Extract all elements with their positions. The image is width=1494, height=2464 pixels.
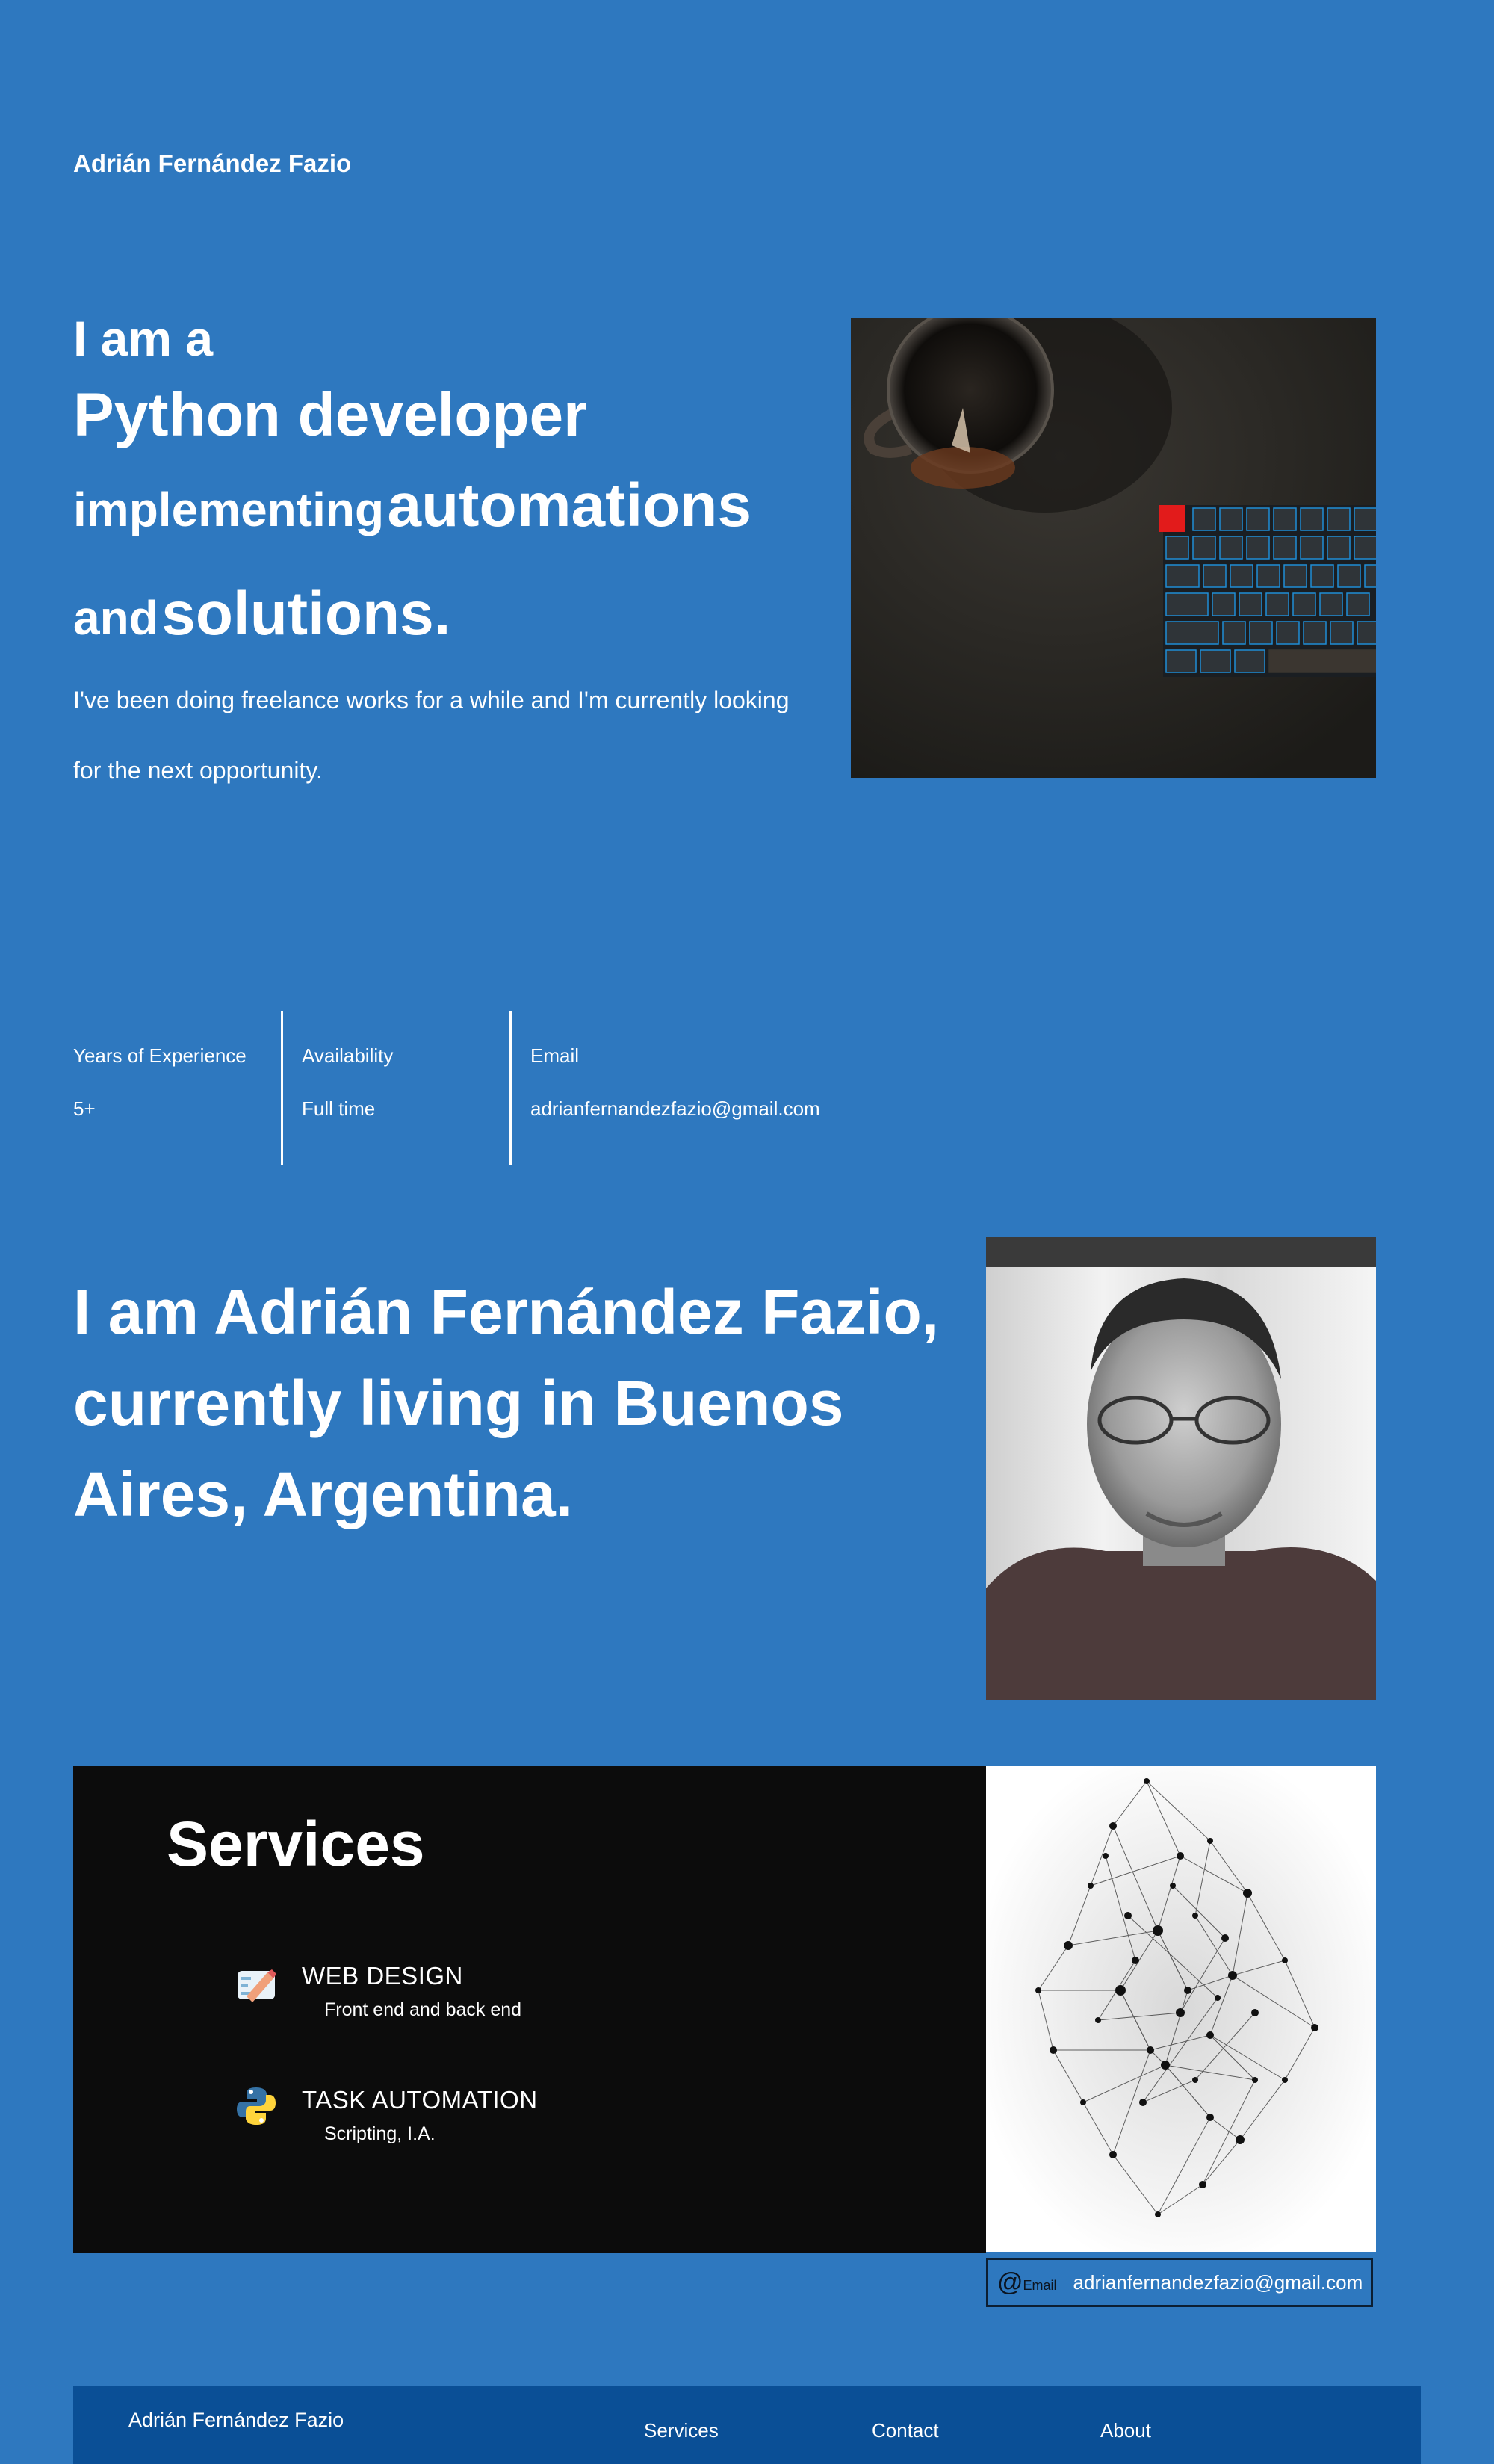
about-heading: I am Adrián Fernández Fazio, currently l… — [73, 1277, 940, 1529]
stat-availability-label: Availability — [302, 1044, 394, 1067]
hero-line-4-big: solutions. — [161, 580, 451, 648]
service-web-design-subtitle: Front end and back end — [324, 1999, 522, 2020]
site-brand[interactable]: Adrián Fernández Fazio — [73, 149, 351, 178]
hero-photo-coffee-keyboard — [851, 318, 1376, 778]
service-task-automation-title: TASK AUTOMATION — [302, 2086, 538, 2114]
hero-line-4: and solutions. — [73, 569, 790, 677]
contact-email-bar[interactable]: @ Email adrianfernandezfazio@gmail.com — [986, 2258, 1373, 2307]
portrait-photo — [986, 1237, 1376, 1700]
footer: Adrián Fernández Fazio Services Contact … — [73, 2386, 1421, 2464]
network-graph-image — [986, 1766, 1376, 2252]
hero-line-2: Python developer — [73, 381, 588, 449]
email-icon-label: Email — [1023, 2277, 1057, 2293]
hero-description: I've been doing freelance works for a wh… — [73, 687, 790, 784]
stat-experience-label: Years of Experience — [73, 1044, 247, 1067]
pencil-icon — [235, 1963, 278, 2007]
hero-line-3: implementing automations — [73, 460, 790, 569]
stat-divider — [509, 1011, 512, 1165]
hero-line-1: I am a — [73, 311, 214, 366]
contact-email-address[interactable]: adrianfernandezfazio@gmail.com — [1073, 2271, 1363, 2294]
hero-heading: I am a Python developer implementing aut… — [73, 306, 790, 677]
hero-line-3-small: implementing — [73, 483, 385, 536]
stat-email-value[interactable]: adrianfernandezfazio@gmail.com — [530, 1098, 820, 1121]
hero-line-4-small: and — [73, 591, 158, 645]
stat-divider — [281, 1011, 283, 1165]
python-icon — [235, 2084, 278, 2128]
service-task-automation-subtitle: Scripting, I.A. — [324, 2123, 436, 2144]
services-title: Services — [167, 1809, 425, 1879]
stat-availability-value: Full time — [302, 1098, 376, 1120]
at-icon: @ — [997, 2268, 1023, 2297]
footer-brand[interactable]: Adrián Fernández Fazio — [128, 2409, 344, 2432]
hero-line-3-big: automations — [387, 471, 751, 539]
stat-email-label: Email — [530, 1044, 580, 1067]
service-web-design-title: WEB DESIGN — [302, 1962, 463, 1990]
footer-nav-about[interactable]: About — [1100, 2419, 1151, 2442]
footer-nav-services[interactable]: Services — [644, 2419, 719, 2442]
footer-nav-contact[interactable]: Contact — [872, 2419, 939, 2442]
stat-experience-value: 5+ — [73, 1098, 96, 1120]
